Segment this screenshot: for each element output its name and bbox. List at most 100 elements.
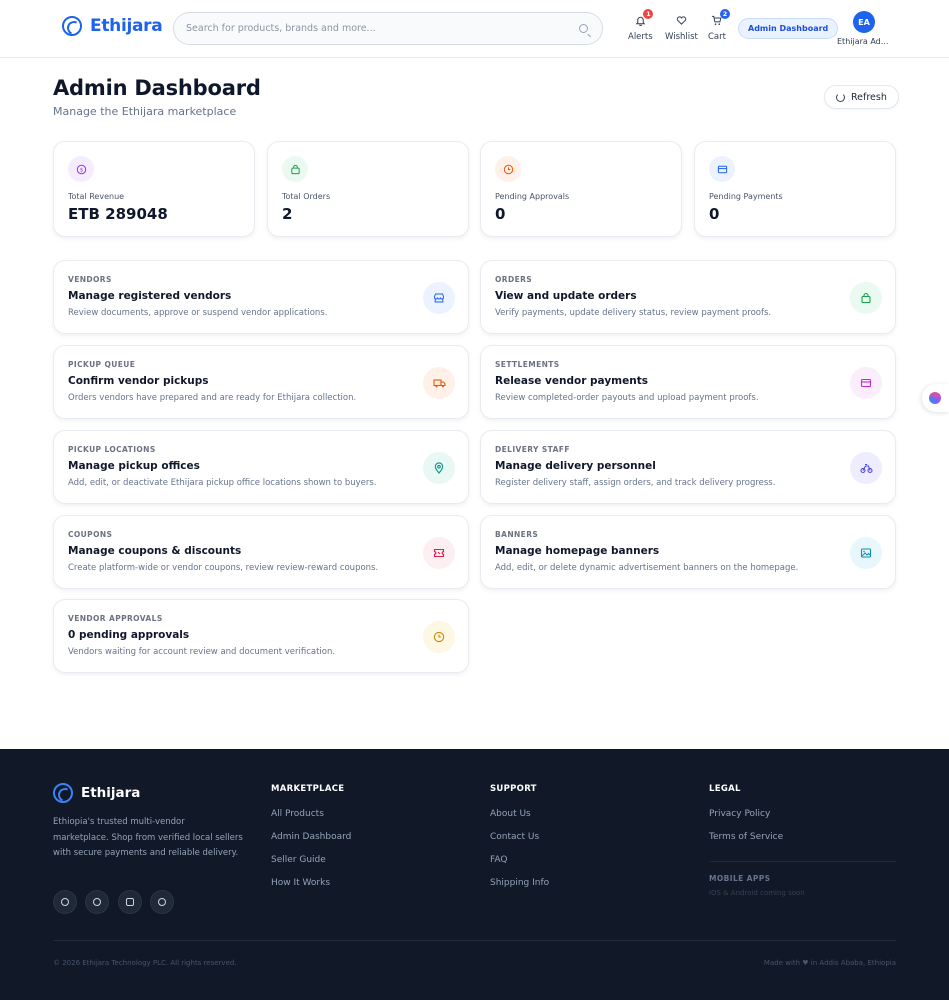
card-title: Manage registered vendors [68, 290, 232, 302]
clock-icon [423, 621, 455, 653]
map-pin-icon [423, 452, 455, 484]
card-vendor-approvals[interactable]: VENDOR APPROVALS 0 pending approvals Ven… [53, 599, 469, 673]
card-title: View and update orders [495, 290, 637, 302]
card-tag: PICKUP LOCATIONS [68, 445, 156, 454]
card-description: Register delivery staff, assign orders, … [495, 478, 776, 488]
nav-cart[interactable]: 2 Cart [708, 9, 730, 42]
card-settlements[interactable]: SETTLEMENTS Release vendor payments Revi… [480, 345, 896, 419]
card-title: 0 pending approvals [68, 629, 190, 641]
avatar[interactable]: EA [853, 11, 875, 33]
footer-link-faq[interactable]: FAQ [490, 855, 507, 865]
mobile-apps-subtitle: iOS & Android coming soon [709, 889, 805, 897]
nav-alerts-label: Alerts [628, 32, 653, 42]
footer-about: Ethiopia's trusted multi-vendor marketpl… [53, 817, 243, 858]
dollar-icon: $ [68, 156, 94, 182]
stat-label: Total Orders [282, 192, 331, 201]
search-input[interactable] [186, 23, 579, 34]
refresh-button[interactable]: Refresh [824, 85, 899, 109]
bell-icon: 1 [633, 9, 654, 27]
footer-brand-name: Ethijara [81, 785, 141, 801]
cart-icon: 2 [710, 9, 730, 27]
card-title: Manage delivery personnel [495, 460, 656, 472]
stat-value: ETB 289048 [68, 205, 168, 223]
footer-link-contact-us[interactable]: Contact Us [490, 832, 539, 842]
copyright: © 2026 Ethijara Technology PLC. All righ… [53, 959, 237, 967]
footer-link-admin-dashboard[interactable]: Admin Dashboard [271, 832, 351, 842]
cart-badge: 2 [719, 9, 730, 19]
truck-icon [423, 367, 455, 399]
search-bar [173, 12, 603, 45]
telegram-icon[interactable] [53, 890, 77, 914]
stat-value: 0 [495, 205, 506, 223]
assistant-icon [929, 392, 941, 404]
card-description: Add, edit, or deactivate Ethijara pickup… [68, 478, 377, 488]
card-tag: SETTLEMENTS [495, 360, 560, 369]
brand-logo[interactable]: Ethijara [62, 16, 163, 36]
refresh-label: Refresh [851, 91, 887, 103]
footer-link-how-it-works[interactable]: How It Works [271, 878, 330, 888]
footer-brand[interactable]: Ethijara [53, 783, 140, 803]
stat-value: 0 [709, 205, 720, 223]
card-description: Vendors waiting for account review and d… [68, 647, 336, 657]
footer-link-terms-of-service[interactable]: Terms of Service [709, 832, 783, 842]
card-description: Add, edit, or delete dynamic advertiseme… [495, 563, 799, 573]
stat-label: Pending Payments [709, 192, 783, 201]
nav-cart-label: Cart [708, 32, 726, 42]
card-vendors[interactable]: VENDORS Manage registered vendors Review… [53, 260, 469, 334]
avatar-name[interactable]: Ethijara Ad... [837, 37, 891, 46]
card-pickup-queue[interactable]: PICKUP QUEUE Confirm vendor pickups Orde… [53, 345, 469, 419]
stat-card-pending-approvals: Pending Approvals 0 [480, 141, 682, 237]
wallet-icon [850, 367, 882, 399]
refresh-icon [836, 92, 845, 102]
tiktok-icon[interactable] [85, 890, 109, 914]
page-subtitle: Manage the Ethijara marketplace [53, 105, 237, 118]
footer-col-title-support: SUPPORT [490, 784, 537, 794]
site-footer: Ethijara Ethiopia's trusted multi-vendor… [0, 749, 949, 1000]
clock-icon [495, 156, 521, 182]
bike-icon [850, 452, 882, 484]
top-header: Ethijara 1 Alerts Wishlist 2 Cart Admin … [0, 0, 949, 58]
card-description: Review completed-order payouts and uploa… [495, 393, 759, 403]
assistant-launcher[interactable] [922, 384, 949, 412]
card-orders[interactable]: ORDERS View and update orders Verify pay… [480, 260, 896, 334]
footer-link-all-products[interactable]: All Products [271, 809, 324, 819]
facebook-icon[interactable] [150, 890, 174, 914]
nav-wishlist[interactable]: Wishlist [665, 13, 698, 42]
stat-card-total-orders: Total Orders 2 [267, 141, 469, 237]
card-title: Manage coupons & discounts [68, 545, 242, 557]
footer-link-about-us[interactable]: About Us [490, 809, 531, 819]
stat-value: 2 [282, 205, 293, 223]
card-banners[interactable]: BANNERS Manage homepage banners Add, edi… [480, 515, 896, 589]
card-description: Orders vendors have prepared and are rea… [68, 393, 357, 403]
logo-icon [62, 16, 82, 36]
stat-card-pending-payments: Pending Payments 0 [694, 141, 896, 237]
stat-label: Total Revenue [68, 192, 125, 201]
card-coupons[interactable]: COUPONS Manage coupons & discounts Creat… [53, 515, 469, 589]
stat-card-total-revenue: $ Total Revenue ETB 289048 [53, 141, 255, 237]
nav-alerts[interactable]: 1 Alerts [628, 9, 654, 42]
card-tag: VENDOR APPROVALS [68, 614, 163, 623]
admin-dashboard-button[interactable]: Admin Dashboard [738, 18, 839, 39]
card-pickup-locations[interactable]: PICKUP LOCATIONS Manage pickup offices A… [53, 430, 469, 504]
alerts-badge: 1 [643, 9, 654, 19]
card-title: Manage pickup offices [68, 460, 200, 472]
footer-link-privacy-policy[interactable]: Privacy Policy [709, 809, 770, 819]
page-title: Admin Dashboard [53, 76, 261, 100]
search-icon[interactable] [579, 24, 588, 33]
card-delivery-staff[interactable]: DELIVERY STAFF Manage delivery personnel… [480, 430, 896, 504]
nav-wishlist-label: Wishlist [665, 32, 698, 42]
card-tag: DELIVERY STAFF [495, 445, 570, 454]
card-tag: BANNERS [495, 530, 539, 539]
footer-link-seller-guide[interactable]: Seller Guide [271, 855, 326, 865]
card-tag: VENDORS [68, 275, 112, 284]
footer-link-shipping-info[interactable]: Shipping Info [490, 878, 549, 888]
brand-name: Ethijara [90, 16, 163, 36]
mobile-apps-title: MOBILE APPS [709, 874, 771, 883]
card-description: Create platform-wide or vendor coupons, … [68, 563, 379, 573]
footer-col-title-legal: LEGAL [709, 784, 741, 794]
card-tag: PICKUP QUEUE [68, 360, 136, 369]
footer-bottom-divider [53, 940, 896, 941]
instagram-icon[interactable] [118, 890, 142, 914]
image-icon [850, 537, 882, 569]
svg-text:$: $ [79, 167, 83, 173]
